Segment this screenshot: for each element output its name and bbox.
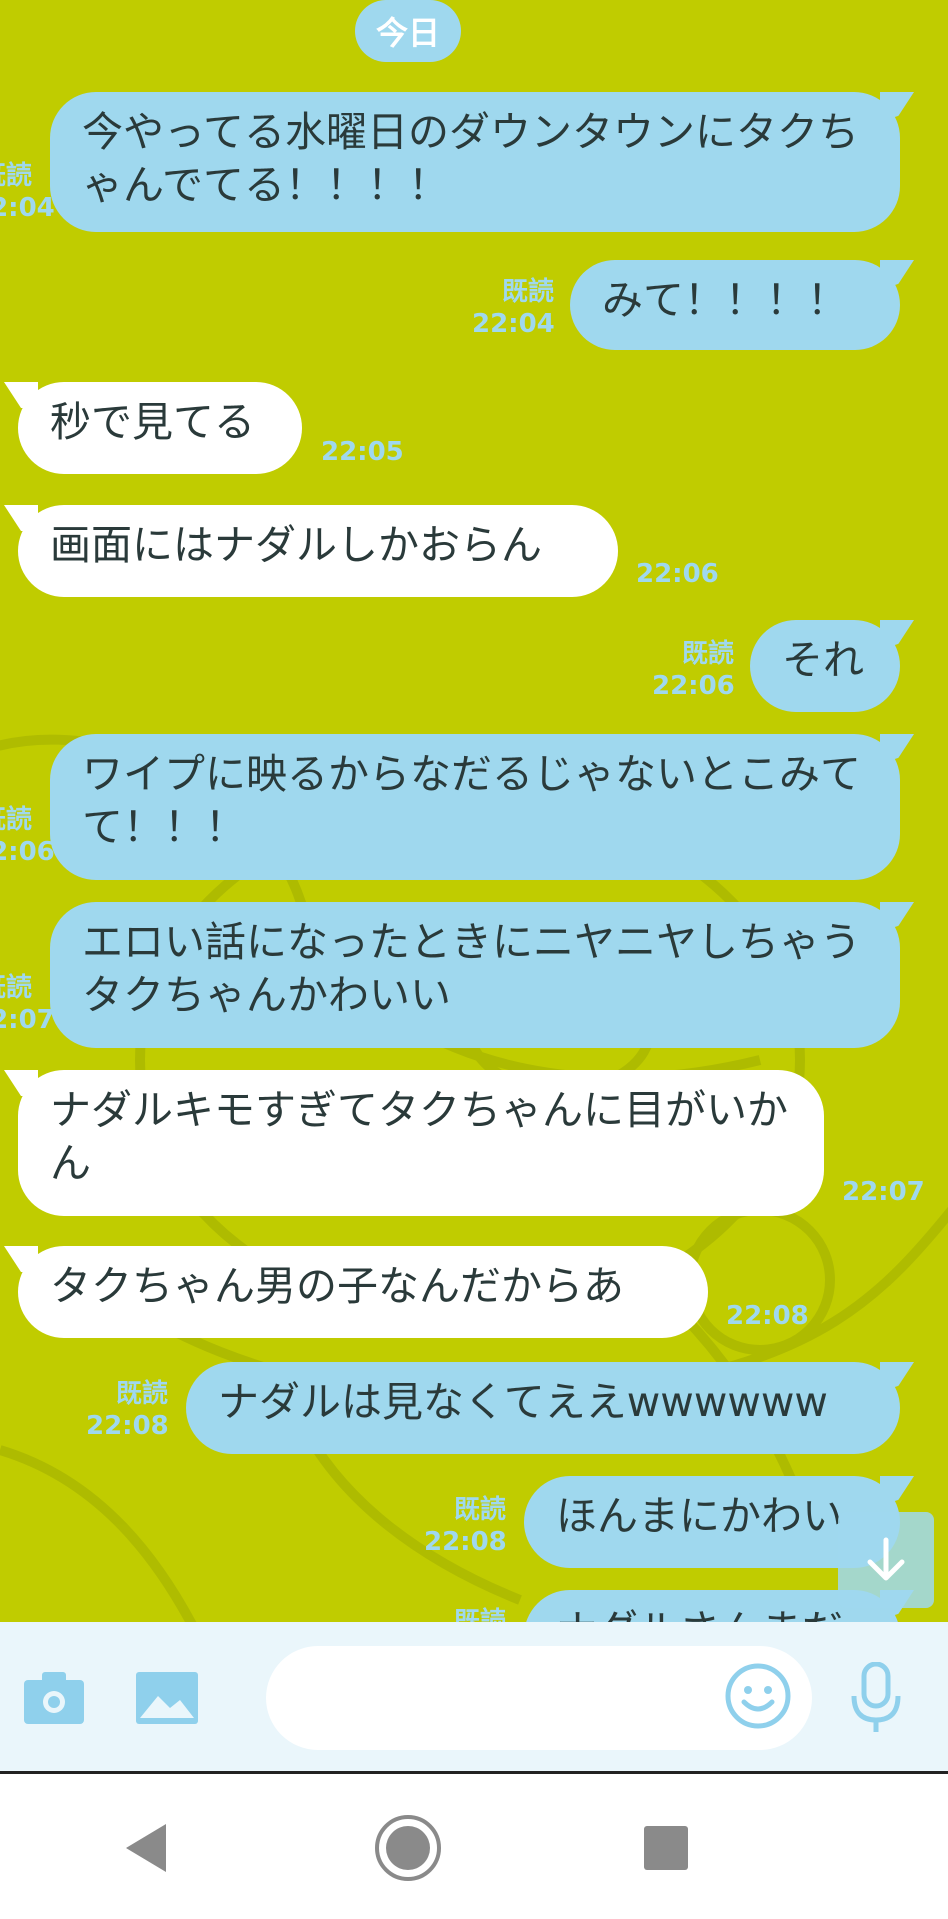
message-meta: 既読 22:04: [0, 160, 55, 224]
home-button[interactable]: [374, 1814, 442, 1882]
message-time: 22:05: [321, 437, 404, 467]
message-time: 22:06: [0, 837, 55, 867]
back-button[interactable]: [118, 1820, 174, 1876]
message-bubble-incoming[interactable]: ナダルキモすぎてタクちゃんに目がいかん: [18, 1070, 824, 1216]
message-text: みて！！！！: [602, 276, 848, 324]
message-meta: 既読: [424, 1606, 506, 1622]
message-meta: 既読 22:04: [472, 276, 555, 340]
message-time: 22:08: [86, 1411, 169, 1441]
message-time: 22:07: [842, 1177, 925, 1207]
read-receipt: 既読: [0, 973, 32, 1003]
message-text: それ: [782, 636, 864, 684]
message-composer: [0, 1622, 948, 1774]
home-icon: [375, 1815, 441, 1881]
read-receipt: 既読: [115, 1379, 168, 1409]
message-bubble-outgoing[interactable]: ナダルは見なくてええwwwwww: [186, 1362, 900, 1454]
message-time: 22:07: [0, 1005, 55, 1035]
chat-area[interactable]: 今日 既読 22:04 今やってる水曜日のダウンタウンにタクちゃんでてる！！！！…: [0, 0, 948, 1622]
read-receipt: 既読: [0, 805, 32, 835]
date-divider: 今日: [355, 0, 461, 62]
message-bubble-outgoing[interactable]: エロい話になったときにニヤニヤしちゃうタクちゃんかわいい: [50, 902, 900, 1048]
camera-button[interactable]: [22, 1668, 86, 1726]
message-bubble-outgoing[interactable]: それ: [750, 620, 900, 712]
message-text: 画面にはナダルしかおらん: [50, 521, 542, 569]
message-text: 秒で見てる: [50, 398, 255, 446]
message-text: 今やってる水曜日のダウンタウンにタクちゃんでてる！！！！: [82, 108, 859, 209]
smiley-icon: [725, 1663, 791, 1729]
message-meta: 既読 22:07: [0, 972, 55, 1036]
recents-icon: [644, 1826, 688, 1870]
message-meta: 既読 22:06: [0, 804, 55, 868]
message-bubble-incoming[interactable]: タクちゃん男の子なんだからあ: [18, 1246, 708, 1338]
microphone-icon: [851, 1661, 901, 1732]
scroll-to-bottom-button[interactable]: [838, 1512, 934, 1608]
message-time: 22:08: [424, 1527, 507, 1557]
message-time: 22:08: [726, 1301, 809, 1331]
message-time: 22:06: [652, 671, 735, 701]
read-receipt: 既読: [453, 1607, 506, 1622]
message-time: 22:06: [636, 559, 719, 589]
recents-button[interactable]: [642, 1824, 690, 1872]
read-receipt: 既読: [501, 277, 554, 307]
message-bubble-outgoing[interactable]: 今やってる水曜日のダウンタウンにタクちゃんでてる！！！！: [50, 92, 900, 232]
message-bubble-outgoing[interactable]: みて！！！！: [570, 260, 900, 350]
arrow-down-icon: [867, 1537, 905, 1581]
message-meta: 既読 22:08: [424, 1494, 507, 1558]
camera-icon: [24, 1672, 84, 1724]
message-text: ナダルは見なくてええwwwwww: [218, 1378, 828, 1426]
message-meta: 既読 22:08: [86, 1378, 169, 1442]
message-meta: 既読 22:06: [652, 638, 735, 702]
message-time: 22:04: [0, 193, 55, 223]
message-text: タクちゃん男の子なんだからあ: [50, 1262, 624, 1310]
message-text: ほんまにかわい: [556, 1492, 843, 1540]
image-button[interactable]: [134, 1670, 200, 1726]
read-receipt: 既読: [0, 161, 32, 191]
message-text: ワイプに映るからなだるじゃないとこみてて！！！: [82, 750, 861, 851]
message-bubble-incoming[interactable]: 画面にはナダルしかおらん: [18, 505, 618, 597]
read-receipt: 既読: [453, 1495, 506, 1525]
message-text: ナダルさんまだ: [556, 1606, 843, 1622]
voice-button[interactable]: [850, 1661, 902, 1734]
message-text: ナダルキモすぎてタクちゃんに目がいかん: [50, 1086, 788, 1187]
read-receipt: 既読: [681, 639, 734, 669]
back-icon: [126, 1824, 166, 1872]
system-navigation-bar: [0, 1774, 948, 1919]
emoji-button[interactable]: [724, 1662, 792, 1730]
message-bubble-outgoing[interactable]: ワイプに映るからなだるじゃないとこみてて！！！: [50, 734, 900, 880]
message-text: エロい話になったときにニヤニヤしちゃうタクちゃんかわいい: [82, 918, 861, 1019]
message-bubble-incoming[interactable]: 秒で見てる: [18, 382, 302, 474]
image-icon: [136, 1672, 198, 1724]
message-time: 22:04: [472, 309, 555, 339]
